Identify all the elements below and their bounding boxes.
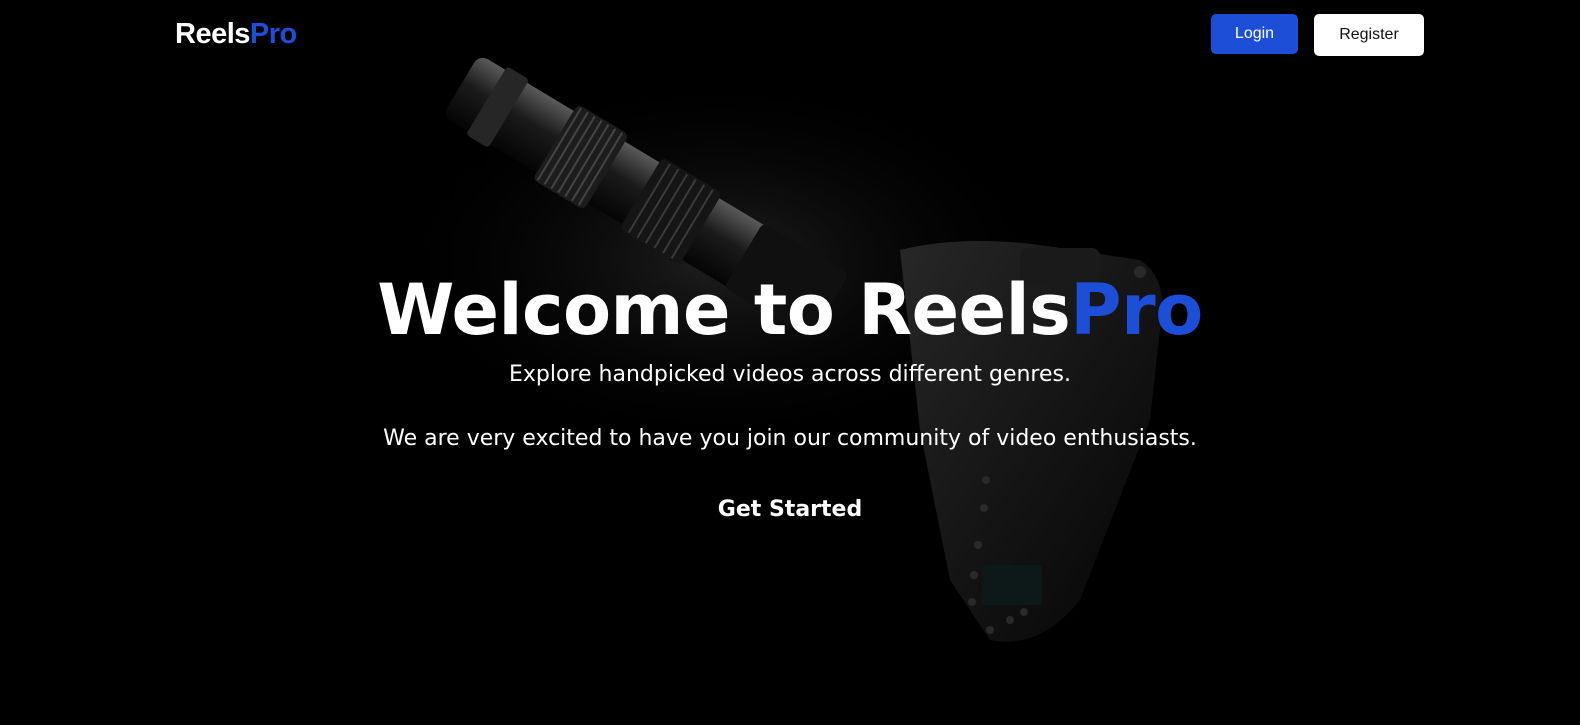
- hero-title: Welcome to ReelsPro: [0, 262, 1580, 358]
- top-navbar: ReelsPro Login Register: [0, 0, 1580, 70]
- login-button[interactable]: Login: [1211, 14, 1298, 54]
- get-started-button[interactable]: Get Started: [718, 494, 862, 526]
- hero-subtitle: Explore handpicked videos across differe…: [509, 362, 1071, 387]
- logo-primary-text: Reels: [175, 18, 250, 50]
- hero-tagline: We are very excited to have you join our…: [383, 426, 1197, 451]
- hero-title-prefix: Welcome to Reels: [377, 269, 1071, 351]
- register-button[interactable]: Register: [1314, 14, 1424, 56]
- hero-title-accent: Pro: [1070, 269, 1203, 351]
- hero-section: Welcome to ReelsPro Explore handpicked v…: [0, 262, 1580, 526]
- brand-logo[interactable]: ReelsPro: [175, 15, 297, 53]
- landing-page: ReelsPro Login Register Welcome to Reels…: [0, 0, 1580, 725]
- logo-accent-text: Pro: [249, 18, 297, 50]
